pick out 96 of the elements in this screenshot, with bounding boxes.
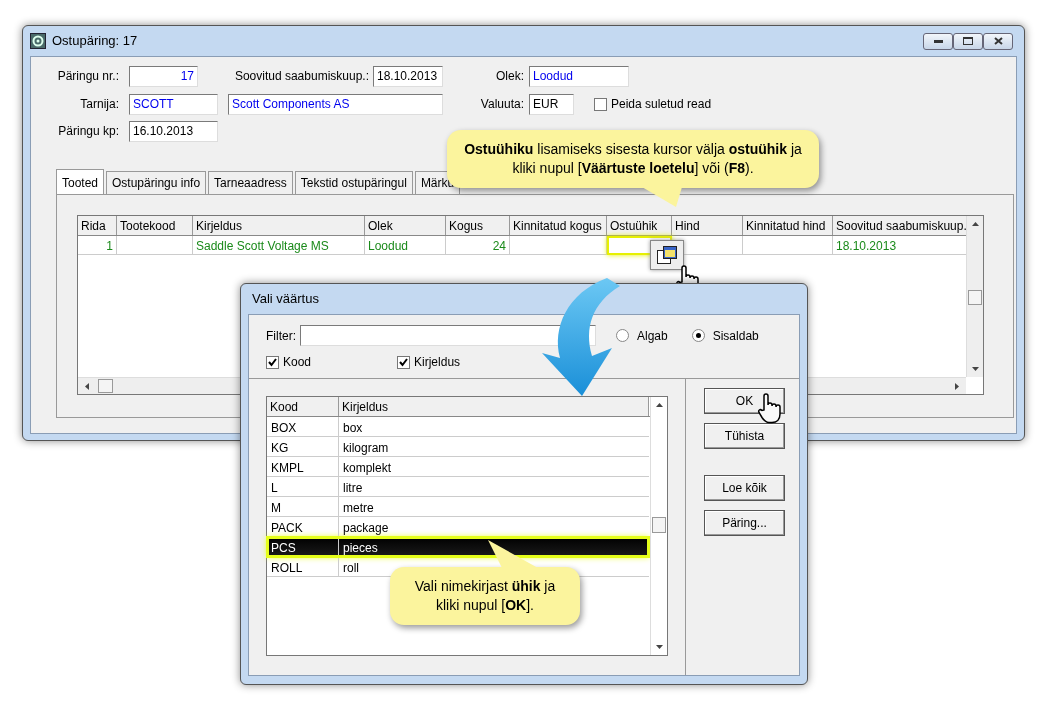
- tab[interactable]: Tooted: [56, 169, 105, 194]
- input-field[interactable]: 18.10.2013: [373, 65, 443, 87]
- radio-label: Algab: [637, 327, 668, 345]
- field-label: Valuuta:: [479, 96, 524, 113]
- input-field[interactable]: Scott Components AS: [228, 93, 443, 115]
- checkbox[interactable]: [266, 355, 279, 369]
- callout-text: Vali nimekirjast ühik ja kliki nupul [OK].: [413, 577, 557, 615]
- list-cell: KMPL: [267, 457, 339, 476]
- list-cell: ROLL: [267, 557, 339, 576]
- list-cell-text: roll: [342, 560, 360, 576]
- vertical-scrollbar[interactable]: [966, 216, 983, 377]
- column-header[interactable]: Kogus: [446, 216, 510, 235]
- close-button[interactable]: [983, 32, 1013, 50]
- list-row[interactable]: KG kilogram: [267, 437, 649, 457]
- column-header[interactable]: Soovitud saabumiskuup.: [833, 216, 968, 235]
- input-field[interactable]: 16.10.2013: [129, 120, 218, 142]
- list-cell-text: kilogram: [342, 440, 390, 456]
- list-cell-text: pieces: [342, 540, 379, 556]
- scroll-up-icon: [972, 222, 979, 226]
- input-field[interactable]: SCOTT: [129, 93, 218, 115]
- field-label: Soovitud saabumiskuup.:: [233, 68, 369, 85]
- list-cell: PCS: [267, 537, 339, 556]
- list-cell: L: [267, 477, 339, 496]
- checkbox[interactable]: [397, 355, 411, 369]
- vertical-scrollbar[interactable]: [650, 397, 667, 655]
- scroll-down-icon: [656, 645, 663, 649]
- input-field[interactable]: EUR: [529, 93, 574, 115]
- checkbox-label: Kirjeldus: [414, 354, 461, 371]
- dialog-button[interactable]: Tühista: [704, 423, 785, 449]
- table-cell: 1: [78, 236, 117, 255]
- list-cell-text: litre: [342, 480, 364, 496]
- column-header[interactable]: Olek: [365, 216, 446, 235]
- scroll-thumb[interactable]: [652, 517, 666, 533]
- list-cell-text: box: [342, 420, 364, 436]
- close-icon: [993, 37, 1003, 45]
- maximize-button[interactable]: [953, 32, 983, 50]
- scroll-thumb[interactable]: [98, 379, 113, 393]
- list-cell-text: metre: [342, 500, 375, 516]
- column-header[interactable]: Kinnitatud hind: [743, 216, 833, 235]
- table-cell: Saddle Scott Voltage MS: [193, 236, 365, 255]
- dialog-button[interactable]: Loe kõik: [704, 475, 785, 501]
- column-header[interactable]: Ostuühik: [607, 216, 672, 235]
- tab[interactable]: Tekstid ostupäringul: [294, 171, 413, 194]
- minimize-button[interactable]: [923, 32, 953, 50]
- column-header[interactable]: Kirjeldus: [193, 216, 365, 235]
- list-cell: KG: [267, 437, 339, 456]
- list-cell: M: [267, 497, 339, 516]
- radio-label: Sisaldab: [712, 327, 759, 345]
- input-field[interactable]: Loodud: [529, 65, 629, 87]
- tab[interactable]: Tarneaadress: [208, 171, 293, 194]
- table-cell: 24: [446, 236, 510, 255]
- field-label: Päringu kp:: [57, 123, 119, 140]
- list-cell-text: package: [342, 520, 390, 536]
- maximize-icon: [963, 37, 973, 45]
- list-row[interactable]: L litre: [267, 477, 649, 497]
- scroll-up-icon: [656, 403, 663, 407]
- column-header[interactable]: Tootekood: [117, 216, 193, 235]
- table-cell: Loodud: [365, 236, 446, 255]
- scroll-right-icon: [955, 383, 959, 390]
- minimize-icon: [933, 39, 943, 43]
- dialog-button[interactable]: Päring...: [704, 510, 785, 536]
- radio-dot-icon: [695, 333, 701, 338]
- scroll-left-icon: [85, 383, 89, 390]
- list-row[interactable]: PCS pieces: [267, 537, 649, 557]
- column-header[interactable]: Rida: [78, 216, 117, 235]
- scroll-thumb[interactable]: [968, 290, 982, 305]
- window-title: Ostupäring: 17: [52, 32, 139, 51]
- radio-button[interactable]: [616, 329, 629, 342]
- field-label: Päringu nr.:: [56, 68, 119, 85]
- checkbox-label: Peida suletud read: [611, 96, 712, 113]
- app-icon: [30, 33, 46, 49]
- filter-label: Filter:: [266, 327, 296, 345]
- scroll-down-icon: [972, 367, 979, 371]
- field-label: Olek:: [495, 68, 524, 85]
- list-cell: BOX: [267, 417, 339, 436]
- tab[interactable]: Ostupäringu info: [106, 171, 207, 194]
- check-icon: [399, 357, 409, 367]
- list-row[interactable]: M metre: [267, 497, 649, 517]
- list-cell-text: komplekt: [342, 460, 393, 476]
- hand-cursor-icon: [757, 393, 781, 424]
- dialog-title: Vali väärtus: [252, 290, 319, 309]
- value-list-button[interactable]: [650, 240, 684, 270]
- list-row[interactable]: BOX box: [267, 417, 649, 437]
- list-row[interactable]: KMPL komplekt: [267, 457, 649, 477]
- checkbox[interactable]: [594, 97, 607, 111]
- column-header[interactable]: Hind: [672, 216, 743, 235]
- callout-text: Ostuühiku lisamiseks sisesta kursor välja ostuühik ja kliki nupul [Väärtuste loetelu] või (F8).: [463, 140, 803, 178]
- column-header[interactable]: Kirjeldus: [339, 397, 649, 416]
- windows-icon: [657, 246, 677, 264]
- column-header[interactable]: Kinnitatud kogus: [510, 216, 607, 235]
- column-header[interactable]: Kood: [267, 397, 339, 416]
- field-label: Tarnija:: [79, 96, 119, 113]
- checkbox-label: Kood: [283, 354, 312, 371]
- radio-button[interactable]: [691, 329, 705, 342]
- input-field[interactable]: 17: [129, 65, 198, 87]
- check-icon: [268, 357, 277, 367]
